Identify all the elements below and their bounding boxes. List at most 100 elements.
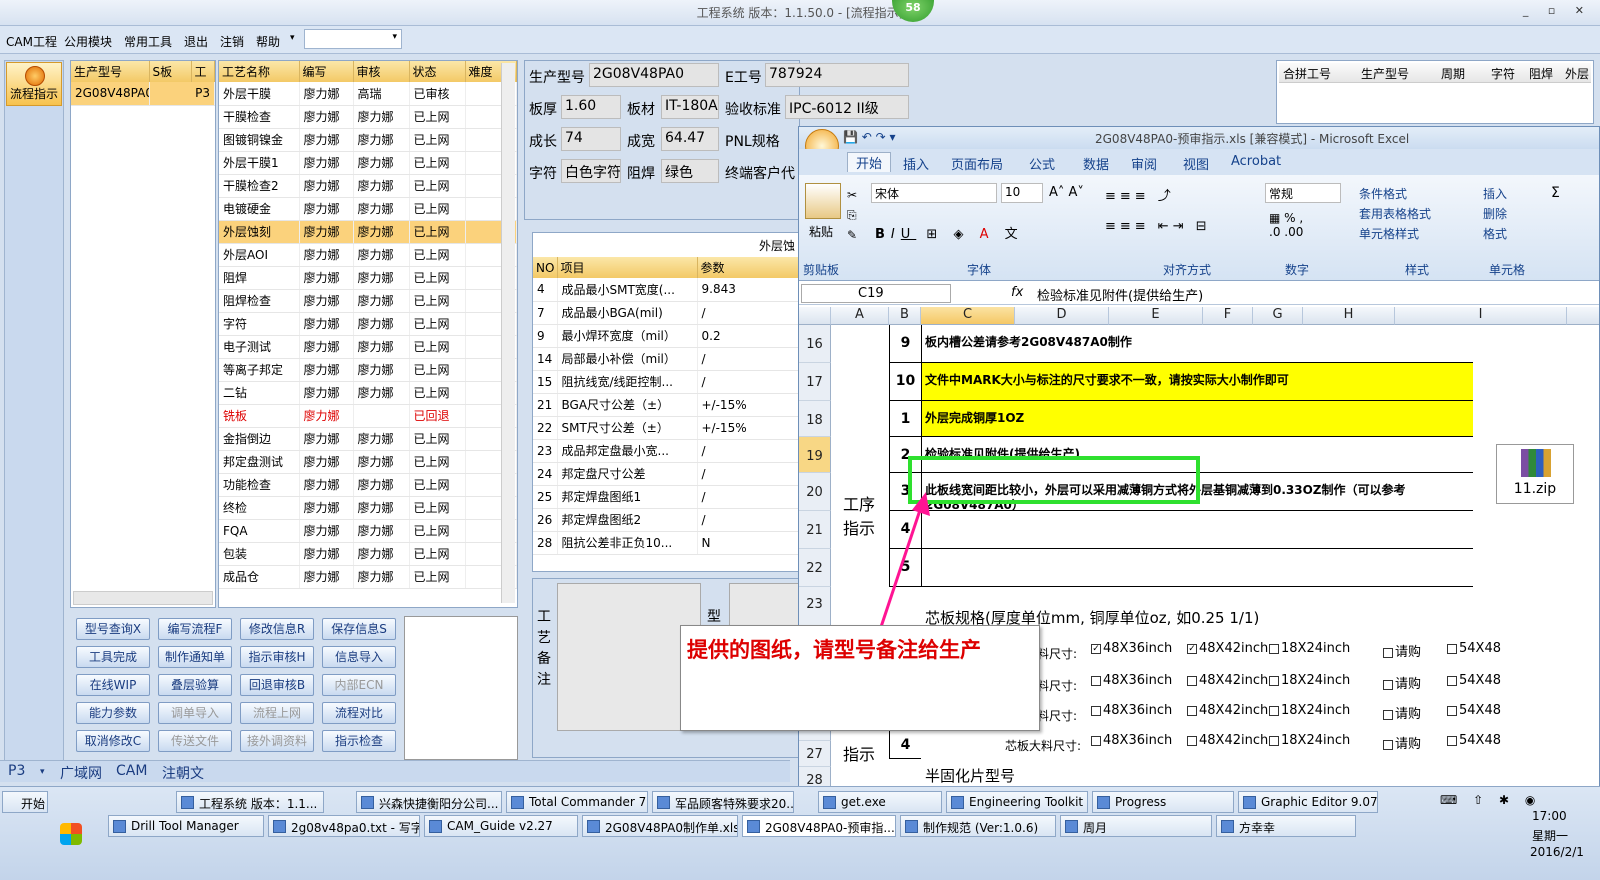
checkbox-icon[interactable] bbox=[1091, 705, 1101, 716]
option-checkbox[interactable]: 48X42inch bbox=[1187, 733, 1268, 748]
table-row[interactable]: 金指倒边 廖力娜 廖力娜 已上网 bbox=[219, 427, 517, 451]
table-row[interactable]: 22 SMT尺寸公差（±） +/-15% bbox=[533, 416, 799, 440]
row-header[interactable]: 19 bbox=[799, 437, 831, 473]
menu-public[interactable]: 公用模块 bbox=[64, 33, 112, 50]
zip-attachment[interactable]: 11.zip bbox=[1496, 444, 1574, 504]
table-row[interactable]: 终检 廖力娜 廖力娜 已上网 bbox=[219, 496, 517, 520]
font-name-field[interactable]: 宋体 bbox=[871, 183, 997, 203]
table-row[interactable]: 外层AOI 廖力娜 廖力娜 已上网 bbox=[219, 243, 517, 267]
action-button[interactable]: 工具完成 bbox=[76, 646, 150, 668]
eno-field[interactable]: 787924 bbox=[765, 63, 909, 87]
option-checkbox[interactable]: ✓ 48X36inch bbox=[1091, 641, 1172, 656]
mat-field[interactable]: IT-180A bbox=[661, 95, 719, 119]
option-checkbox[interactable]: 48X42inch bbox=[1187, 673, 1268, 688]
action-button[interactable]: 传送文件 bbox=[158, 730, 232, 752]
taskbar-item[interactable]: 2g08v48pa0.txt - 写字板 bbox=[268, 815, 420, 837]
table-row[interactable]: 23 成品邦定盘最小宽... / bbox=[533, 439, 799, 463]
column-header[interactable]: J bbox=[1567, 307, 1599, 325]
column-header[interactable]: D bbox=[1015, 307, 1109, 325]
table-row[interactable]: 外层蚀刻 廖力娜 廖力娜 已上网 bbox=[219, 220, 517, 244]
table-row[interactable]: 包装 廖力娜 廖力娜 已上网 bbox=[219, 542, 517, 566]
checkbox-icon[interactable] bbox=[1269, 705, 1279, 716]
option-checkbox[interactable]: 54X48 bbox=[1447, 641, 1501, 656]
column-header[interactable] bbox=[799, 307, 831, 325]
checkbox-icon[interactable] bbox=[1383, 739, 1393, 750]
action-button[interactable]: 信息导入 bbox=[322, 646, 396, 668]
table-row[interactable]: 21 BGA尺寸公差（±） +/-15% bbox=[533, 393, 799, 417]
action-button[interactable]: 调单导入 bbox=[158, 702, 232, 724]
vertical-scrollbar[interactable] bbox=[501, 63, 515, 603]
table-row[interactable]: 24 邦定盘尺寸公差 / bbox=[533, 462, 799, 486]
col-header[interactable]: 阻焊 bbox=[1529, 65, 1553, 82]
action-button[interactable]: 流程对比 bbox=[322, 702, 396, 724]
quick-access-icon[interactable]: 💾 ↶ ↷ ▾ bbox=[843, 130, 896, 144]
option-checkbox[interactable]: 54X48 bbox=[1447, 703, 1501, 718]
taskbar-item[interactable]: Drill Tool Manager bbox=[108, 815, 264, 837]
start-button[interactable]: 开始 bbox=[2, 791, 48, 813]
row-header[interactable]: 22 bbox=[799, 549, 831, 587]
taskbar-item[interactable]: CAM_Guide v2.27 bbox=[424, 815, 578, 837]
step-number[interactable]: 4 bbox=[889, 731, 921, 759]
col-header[interactable]: NO bbox=[533, 257, 558, 278]
menu-cam[interactable]: CAM工程 bbox=[6, 33, 57, 50]
step-text[interactable]: 文件中MARK大小与标注的尺寸要求不一致，请按实际大小制作即可 bbox=[921, 363, 1473, 401]
action-button[interactable]: 在线WIP bbox=[76, 674, 150, 696]
table-row[interactable]: 图镀铜镍金 廖力娜 廖力娜 已上网 bbox=[219, 128, 517, 152]
action-button[interactable]: 编写流程F bbox=[158, 618, 232, 640]
chevron-down-icon[interactable]: ▾ bbox=[40, 767, 45, 777]
column-header[interactable]: E bbox=[1109, 307, 1203, 325]
checkbox-icon[interactable] bbox=[1091, 735, 1101, 746]
window-controls[interactable]: _ ▫ ✕ bbox=[1523, 4, 1592, 17]
action-button[interactable]: 接外调资料 bbox=[240, 730, 314, 752]
row-header[interactable]: 17 bbox=[799, 363, 831, 401]
ribbon-tab[interactable]: Acrobat bbox=[1231, 154, 1281, 169]
formula-input[interactable]: 检验标准见附件(提供给生产) bbox=[1037, 285, 1203, 304]
option-checkbox[interactable]: 18X24inch bbox=[1269, 641, 1350, 656]
table-row[interactable]: 外层干膜1 廖力娜 廖力娜 已上网 bbox=[219, 151, 517, 175]
font-size-field[interactable]: 10 bbox=[1001, 183, 1043, 203]
table-row[interactable]: 干膜检查 廖力娜 廖力娜 已上网 bbox=[219, 105, 517, 129]
table-row[interactable]: 25 邦定焊盘图纸1/ bbox=[533, 485, 799, 509]
column-header[interactable]: I bbox=[1395, 307, 1567, 325]
column-header[interactable]: A bbox=[831, 307, 889, 325]
action-button[interactable]: 保存信息S bbox=[322, 618, 396, 640]
option-checkbox[interactable]: 48X36inch bbox=[1091, 733, 1172, 748]
ribbon-tab[interactable]: 审阅 bbox=[1131, 154, 1157, 173]
horizontal-scrollbar[interactable] bbox=[73, 591, 213, 605]
table-row[interactable]: 7 成品最小BGA(mil) / bbox=[533, 301, 799, 325]
checkbox-icon[interactable] bbox=[1269, 643, 1279, 654]
taskbar-item[interactable]: 兴森快捷衡阳分公司... bbox=[356, 791, 502, 813]
font-grow-icon[interactable]: A˄ A˅ bbox=[1049, 185, 1084, 200]
action-button[interactable]: 能力参数 bbox=[76, 702, 150, 724]
table-format-button[interactable]: 套用表格格式 bbox=[1359, 205, 1431, 222]
action-button[interactable]: 内部ECN bbox=[322, 674, 396, 696]
std-field[interactable]: IPC-6012 II级 bbox=[785, 95, 909, 119]
align-icons[interactable]: ≡≡≡ ⤴ bbox=[1105, 185, 1175, 204]
column-header[interactable]: H bbox=[1303, 307, 1395, 325]
action-button[interactable]: 修改信息R bbox=[240, 618, 314, 640]
checkbox-icon[interactable] bbox=[1447, 735, 1457, 746]
col-header[interactable]: 字符 bbox=[1491, 65, 1515, 82]
name-box[interactable]: C19 bbox=[801, 284, 951, 303]
paste-button[interactable]: 粘贴 bbox=[809, 223, 833, 240]
table-row[interactable]: 成品仓 廖力娜 廖力娜 已上网 bbox=[219, 565, 517, 589]
status-item[interactable]: P3 bbox=[8, 763, 25, 779]
col-header[interactable]: 审核 bbox=[353, 61, 410, 82]
table-row[interactable]: 铣板 廖力娜 已回退 bbox=[219, 404, 517, 428]
step-number[interactable]: 9 bbox=[889, 325, 921, 363]
column-header[interactable]: G bbox=[1253, 307, 1303, 325]
option-checkbox[interactable]: 请购 bbox=[1383, 703, 1421, 722]
checkbox-icon[interactable] bbox=[1187, 675, 1197, 686]
table-row[interactable]: 14 局部最小补偿（mil） / bbox=[533, 347, 799, 371]
action-button[interactable]: 取消修改C bbox=[76, 730, 150, 752]
taskbar-item[interactable]: 方幸幸 bbox=[1216, 815, 1356, 837]
delete-cell-button[interactable]: 删除 bbox=[1483, 205, 1507, 222]
action-button[interactable]: 指示审核H bbox=[240, 646, 314, 668]
checkbox-icon[interactable] bbox=[1383, 679, 1393, 690]
checkbox-icon[interactable]: ✓ bbox=[1187, 643, 1197, 654]
table-row[interactable]: FQA 廖力娜 廖力娜 已上网 bbox=[219, 519, 517, 543]
table-row[interactable]: 电子测试 廖力娜 廖力娜 已上网 bbox=[219, 335, 517, 359]
menu-exit[interactable]: 退出 bbox=[184, 33, 208, 50]
format-cell-button[interactable]: 格式 bbox=[1483, 225, 1507, 242]
table-row[interactable]: 4 成品最小SMT宽度(... 9.843 bbox=[533, 278, 799, 302]
